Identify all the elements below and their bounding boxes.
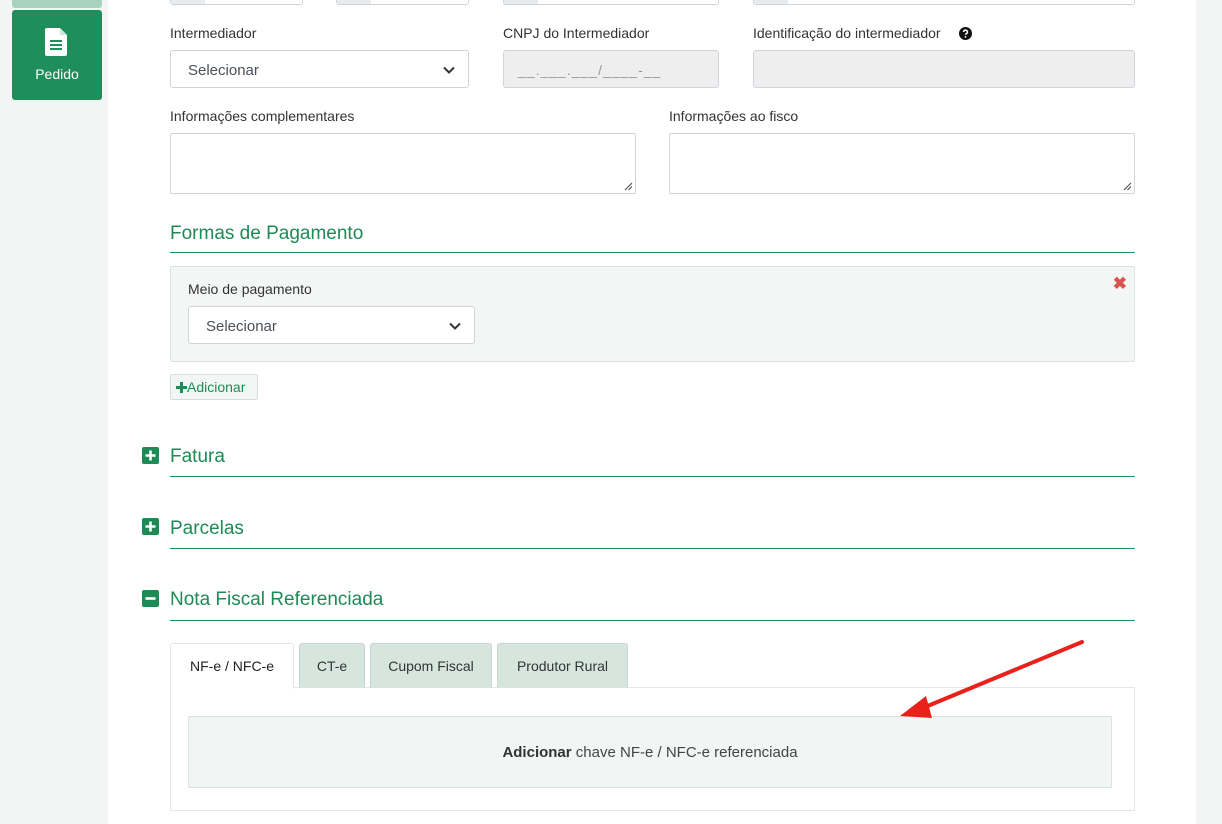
meio-pagamento-value: Selecionar <box>206 318 277 335</box>
chevron-down-icon <box>449 322 461 330</box>
info-complementares-label: Informações complementares <box>170 108 355 124</box>
meio-pagamento-label: Meio de pagamento <box>188 281 312 297</box>
divider <box>170 476 1135 477</box>
cnpj-intermediador-label: CNPJ do Intermediador <box>503 25 650 41</box>
tab-cte[interactable]: CT-e <box>299 643 365 688</box>
identificacao-label-text: Identificação do intermediador <box>753 25 941 41</box>
intermediador-label: Intermediador <box>170 25 257 41</box>
field-top-1[interactable] <box>170 0 303 5</box>
identificacao-intermediador-input[interactable] <box>753 50 1135 88</box>
intermediador-value: Selecionar <box>188 62 259 79</box>
add-reference-button[interactable]: Adicionar chave NF-e / NFC-e referenciad… <box>188 716 1112 788</box>
meio-pagamento-select[interactable]: Selecionar <box>188 306 475 344</box>
identificacao-intermediador-label: Identificação do intermediador <box>753 25 941 41</box>
field-top-3[interactable] <box>503 0 719 5</box>
chevron-down-icon <box>443 66 455 74</box>
divider <box>170 620 1135 621</box>
sidebar: Pedido <box>0 0 108 824</box>
expand-fatura-icon[interactable] <box>142 447 159 464</box>
sidebar-item-previous[interactable] <box>12 0 102 8</box>
collapse-nota-fiscal-icon[interactable] <box>142 590 159 607</box>
document-icon <box>45 28 67 56</box>
info-fisco-textarea[interactable] <box>669 133 1135 194</box>
divider <box>170 548 1135 549</box>
info-fisco-label: Informações ao fisco <box>669 108 799 124</box>
fatura-title[interactable]: Fatura <box>170 446 225 468</box>
annotation-arrow-icon <box>900 640 1084 718</box>
right-gutter <box>1196 0 1222 824</box>
cnpj-intermediador-input[interactable]: __.___.___/____-__ <box>503 50 719 88</box>
intermediador-select[interactable]: Selecionar <box>170 50 469 88</box>
add-reference-text: chave NF-e / NFC-e referenciada <box>571 744 798 761</box>
tab-nfe-nfce[interactable]: NF-e / NFC-e <box>170 643 294 689</box>
field-top-2[interactable] <box>336 0 469 5</box>
help-icon[interactable] <box>959 27 972 40</box>
close-icon[interactable]: ✖ <box>1113 275 1127 292</box>
parcelas-title[interactable]: Parcelas <box>170 518 244 540</box>
info-complementares-textarea[interactable] <box>170 133 636 194</box>
sidebar-item-pedido[interactable]: Pedido <box>12 10 102 100</box>
add-payment-button[interactable]: Adicionar <box>170 374 258 400</box>
tab-produtor-rural[interactable]: Produtor Rural <box>497 643 628 688</box>
nota-fiscal-title[interactable]: Nota Fiscal Referenciada <box>170 589 383 611</box>
resize-handle-icon[interactable] <box>624 182 633 191</box>
expand-parcelas-icon[interactable] <box>142 518 159 535</box>
resize-handle-icon[interactable] <box>1123 182 1132 191</box>
field-top-4[interactable] <box>753 0 1135 5</box>
tab-cupom-fiscal[interactable]: Cupom Fiscal <box>370 643 492 688</box>
divider <box>170 252 1135 253</box>
sidebar-item-label: Pedido <box>35 66 79 82</box>
add-payment-label: Adicionar <box>187 379 246 395</box>
add-reference-action: Adicionar <box>502 744 572 761</box>
plus-icon <box>176 382 187 393</box>
formas-pagamento-title: Formas de Pagamento <box>170 223 364 244</box>
